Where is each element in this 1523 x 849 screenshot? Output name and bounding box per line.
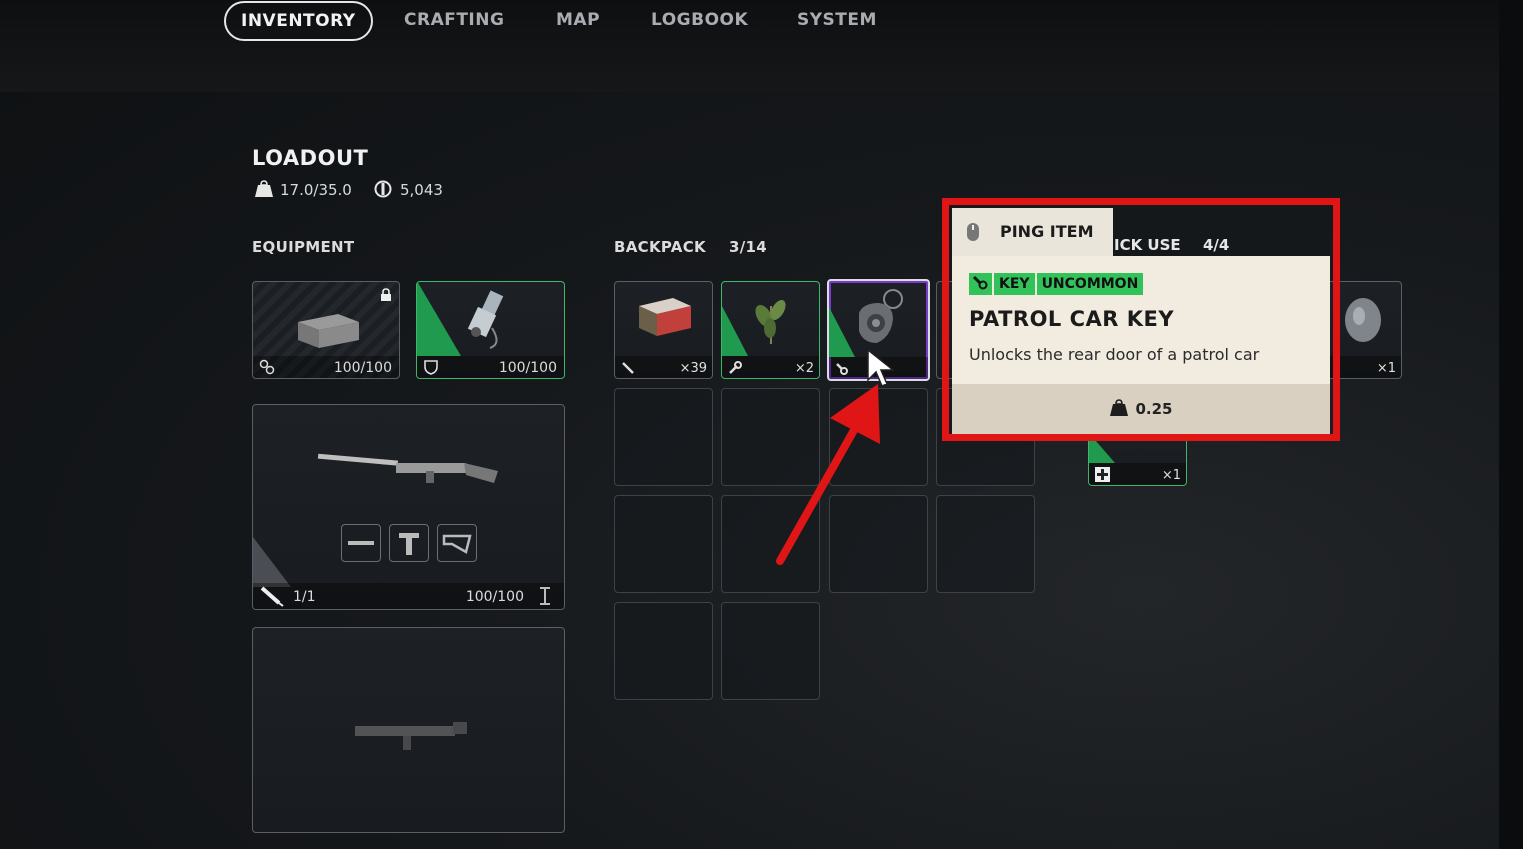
item-quantity: ×39	[679, 361, 707, 376]
currency-value: 5,043	[400, 181, 443, 199]
car-key-fob-icon	[859, 289, 903, 343]
backpack-slot-empty[interactable]	[936, 495, 1035, 593]
weight-bag-icon	[1110, 399, 1129, 416]
medkit-icon	[1095, 467, 1110, 482]
weight-value: 17.0/35.0	[280, 181, 352, 199]
rarity-corner	[253, 537, 291, 587]
quick-use-med-bar: ×1	[1089, 463, 1186, 485]
backpack-slot-empty[interactable]	[614, 495, 713, 593]
weight-stat: 17.0/35.0	[254, 180, 352, 200]
underbarrel-attachment-icon	[399, 533, 419, 555]
tab-map[interactable]: MAP	[556, 2, 600, 38]
ammo-box-icon	[639, 298, 691, 336]
tooltip-tags: KEY UNCOMMON	[969, 273, 1145, 297]
key-icon	[972, 275, 988, 290]
item-tooltip: KEY UNCOMMON PATROL CAR KEY Unlocks the r…	[952, 256, 1330, 434]
wrench-icon	[729, 361, 742, 374]
shield-icon	[424, 360, 438, 375]
equipment-label: EQUIPMENT	[252, 238, 355, 256]
rarity-corner	[722, 306, 748, 356]
backpack-slot-empty[interactable]	[614, 388, 713, 486]
backpack-count: 3/14	[729, 238, 767, 256]
tab-logbook[interactable]: LOGBOOK	[651, 2, 748, 38]
loadout-title: LOADOUT	[252, 146, 369, 170]
tag-category: KEY	[994, 273, 1035, 295]
item-quantity: ×1	[1161, 468, 1181, 483]
weapon-slot-2[interactable]	[252, 627, 565, 833]
barrel-attachment-icon	[348, 541, 374, 545]
shield-bar: 100/100	[417, 356, 564, 378]
grenade-icon	[1345, 298, 1381, 342]
weapon-bar: 1/1 100/100	[253, 583, 564, 609]
augment-durability: 100/100	[333, 360, 392, 376]
stock-attachment-icon	[442, 534, 472, 554]
weapon-ammo: 1/1	[293, 589, 316, 605]
crate-icon	[298, 314, 359, 348]
augment-slot[interactable]: 100/100	[252, 281, 400, 379]
weapon-durability: 100/100	[465, 589, 524, 605]
attachment-slot-stock[interactable]	[437, 524, 477, 562]
smg-icon	[355, 722, 467, 750]
ping-item-button[interactable]: PING ITEM	[952, 208, 1113, 256]
weapon-slot-1[interactable]: 1/1 100/100	[252, 404, 565, 610]
shield-device-icon	[467, 290, 504, 349]
durability-icon	[540, 587, 550, 605]
currency-stat: 5,043	[374, 180, 443, 200]
item-description: Unlocks the rear door of a patrol car	[969, 345, 1260, 364]
tag-rarity: UNCOMMON	[1036, 273, 1144, 295]
backpack-slot-empty[interactable]	[614, 602, 713, 700]
tag-key-icon-badge	[969, 273, 992, 295]
tab-system[interactable]: SYSTEM	[797, 2, 877, 38]
tab-inventory[interactable]: INVENTORY	[224, 1, 373, 41]
quick-use-count: 4/4	[1203, 236, 1230, 254]
backpack-slot-2[interactable]: ×2	[721, 281, 820, 379]
rarity-corner	[417, 282, 461, 356]
item-quantity: ×1	[1376, 361, 1396, 376]
backpack-slot-empty[interactable]	[721, 602, 820, 700]
weight-bag-icon	[255, 180, 273, 197]
key-icon	[836, 363, 848, 375]
rifle-icon	[317, 453, 498, 483]
annotation-arrow-icon	[776, 384, 880, 565]
backpack-slot-1[interactable]: ×39	[614, 281, 713, 379]
lock-icon	[381, 288, 391, 301]
ammo-icon	[260, 586, 284, 607]
backpack-slot-1-bar: ×39	[615, 356, 712, 378]
right-edge	[1499, 0, 1523, 849]
bullet-icon	[622, 362, 634, 374]
plant-icon	[755, 300, 786, 344]
coin-icon	[374, 180, 392, 198]
shield-slot[interactable]: 100/100	[416, 281, 565, 379]
mouse-icon	[967, 223, 979, 241]
augment-bar: 100/100	[253, 356, 399, 378]
attachment-slot-barrel[interactable]	[341, 524, 381, 562]
backpack-slot-2-bar: ×2	[722, 356, 819, 378]
item-weight-row: 0.25	[952, 384, 1330, 434]
augment-icon	[259, 359, 275, 375]
item-title: PATROL CAR KEY	[969, 307, 1175, 331]
item-weight: 0.25	[1135, 400, 1173, 418]
tab-crafting[interactable]: CRAFTING	[404, 2, 504, 38]
quick-use-label: ICK USE	[1114, 236, 1181, 254]
item-quantity: ×2	[794, 361, 814, 376]
attachment-slot-underbarrel[interactable]	[389, 524, 429, 562]
shield-durability: 100/100	[498, 360, 557, 376]
ping-item-label: PING ITEM	[1000, 222, 1094, 241]
backpack-label: BACKPACK	[614, 238, 706, 256]
